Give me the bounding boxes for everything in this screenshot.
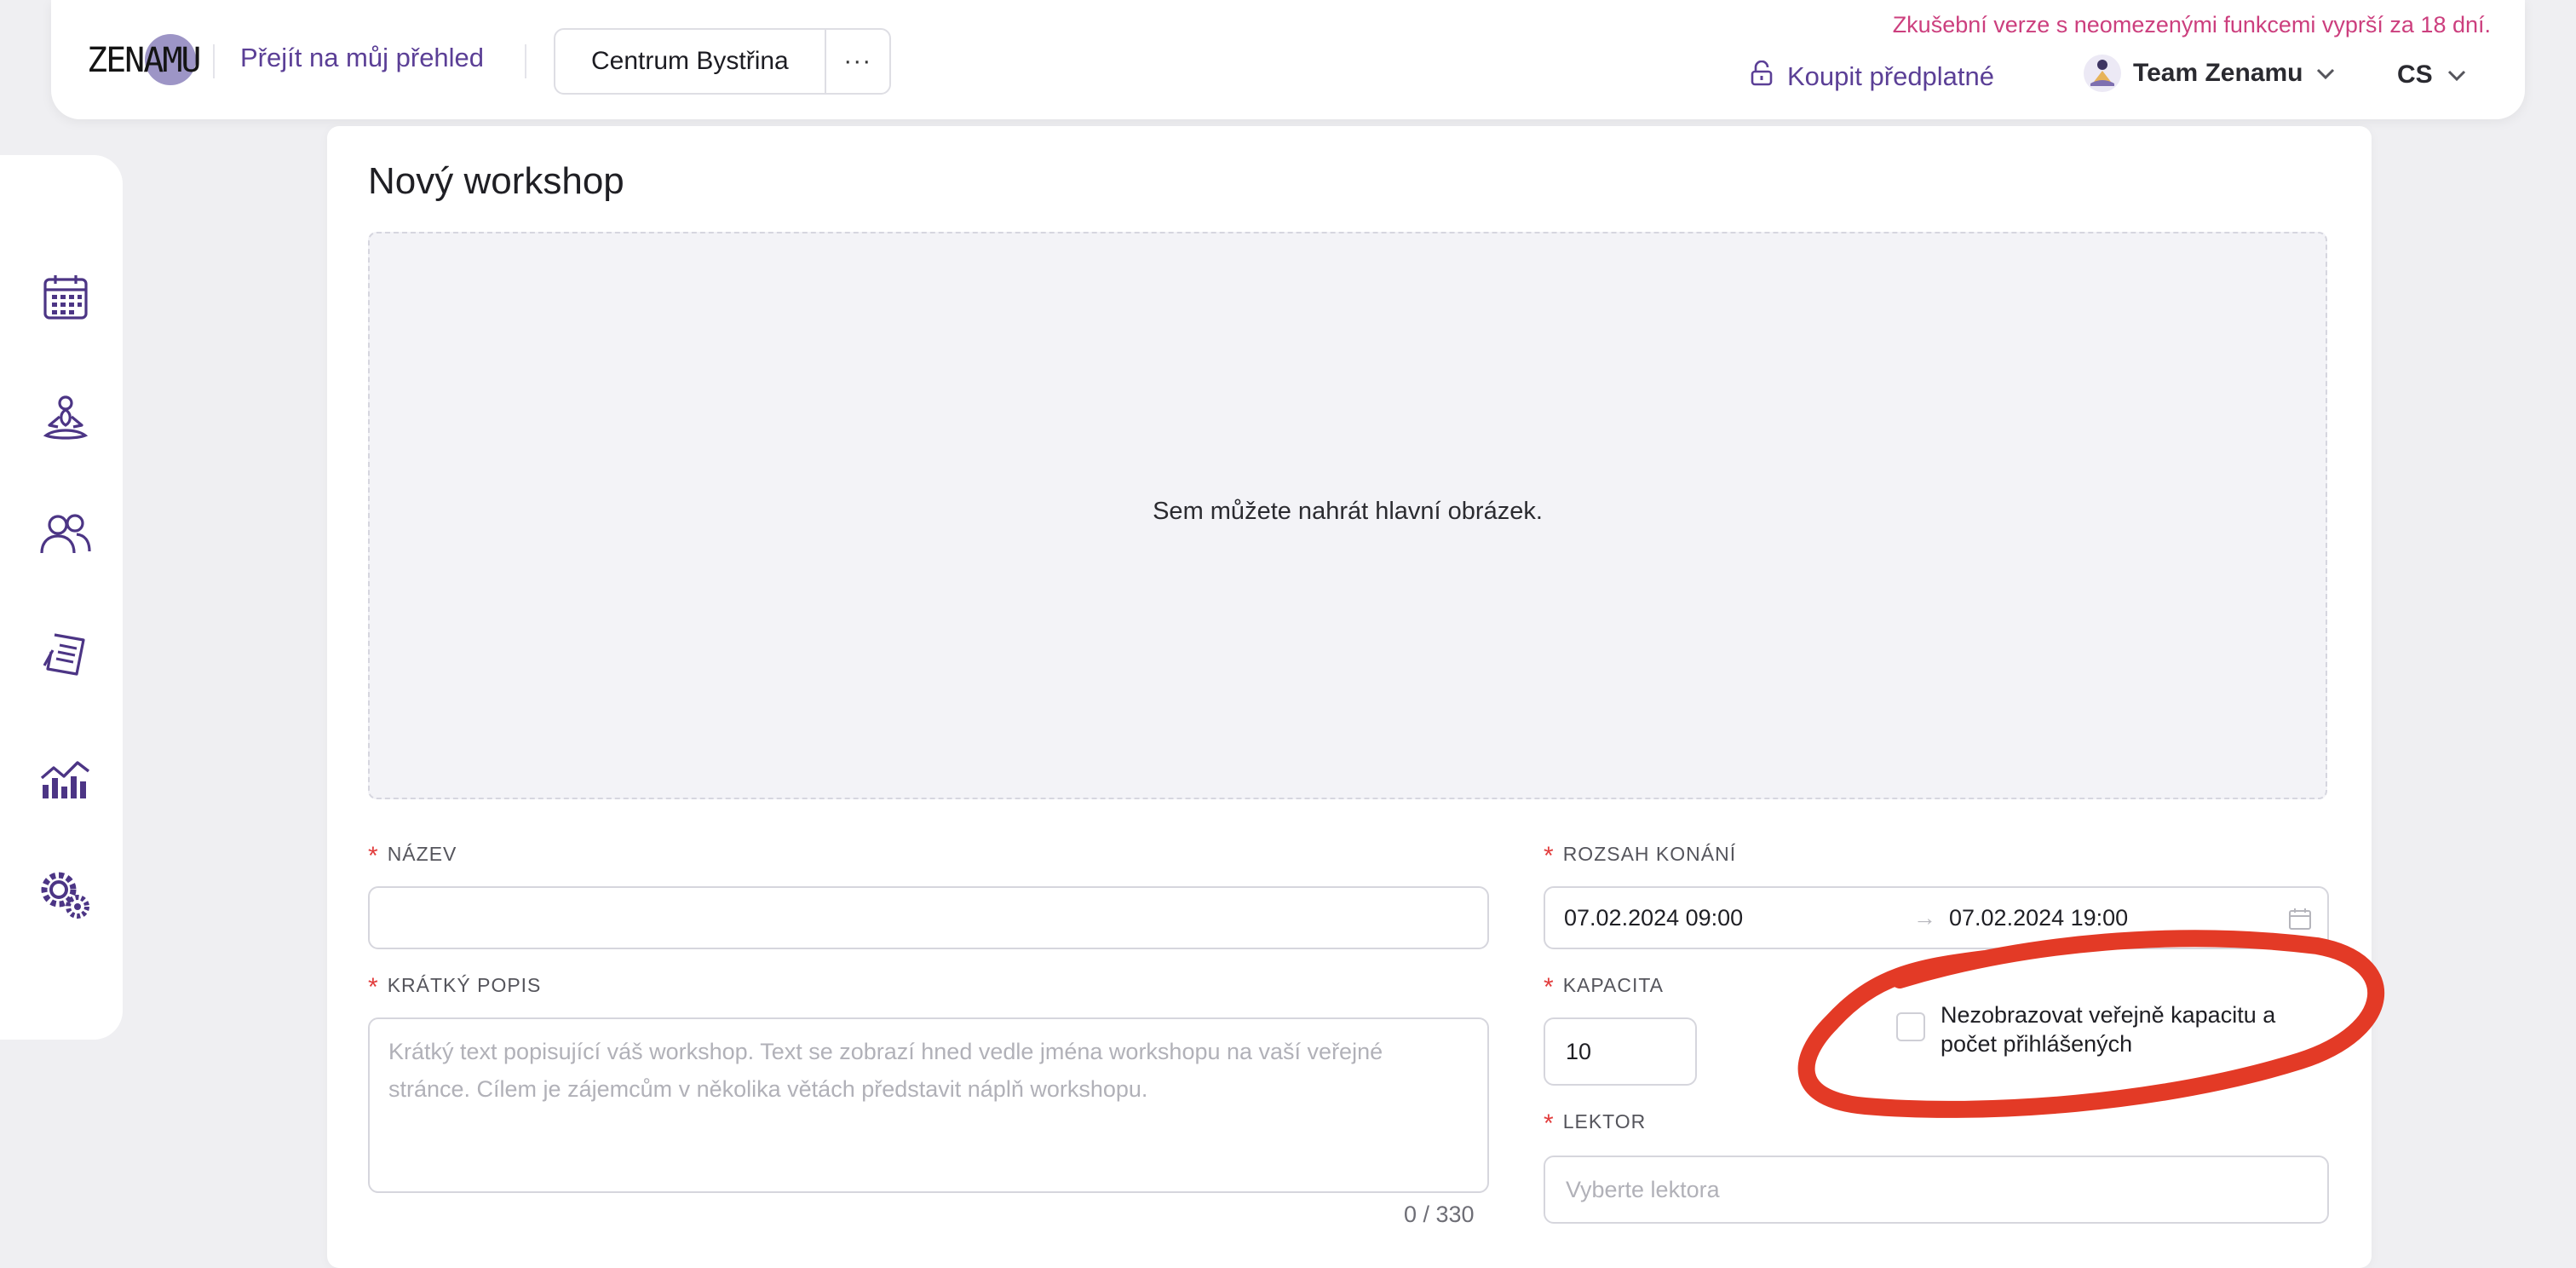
name-label: * NÁZEV [368, 842, 457, 870]
calendar-icon [43, 274, 89, 326]
hide-capacity-label: Nezobrazovat veřejně kapacitu a počet př… [1941, 1002, 2276, 1057]
top-header: ZENAMU Přejít na můj přehled Centrum Bys… [51, 0, 2525, 119]
range-end-input[interactable]: 07.02.2024 19:00 [1949, 905, 2128, 931]
sidebar-item-invoices[interactable] [39, 631, 92, 683]
users-icon [39, 512, 92, 561]
capacity-label: * KAPACITA [1544, 973, 1665, 1001]
logo-text: ZENAMU [87, 41, 201, 80]
date-range-label: * ROZSAH KONÁNÍ [1544, 842, 1737, 870]
sidebar [0, 155, 123, 1040]
sidebar-item-clients[interactable] [39, 510, 92, 562]
date-range-picker[interactable]: 07.02.2024 09:00 → 07.02.2024 19:00 [1544, 886, 2329, 949]
language-menu[interactable]: CS [2397, 61, 2467, 89]
short-description-label: * KRÁTKÝ POPIS [368, 973, 542, 1001]
hide-capacity-checkbox[interactable] [1896, 1012, 1925, 1041]
sidebar-item-lessons[interactable] [39, 394, 92, 447]
arrow-right-icon: → [1913, 905, 1936, 931]
hide-capacity-option[interactable]: Nezobrazovat veřejně kapacitu a počet př… [1896, 1000, 2324, 1058]
lock-icon [1750, 60, 1774, 93]
required-marker: * [1544, 973, 1555, 1001]
buy-subscription-label: Koupit předplatné [1787, 61, 1995, 91]
team-name: Team Zenamu [2133, 59, 2303, 87]
calendar-icon [2288, 907, 2312, 931]
language-code: CS [2397, 61, 2433, 89]
short-description-input[interactable] [368, 1017, 1489, 1193]
team-menu[interactable]: Team Zenamu [2084, 55, 2336, 92]
required-marker: * [1544, 1110, 1555, 1138]
name-input[interactable] [368, 886, 1489, 949]
sidebar-item-calendar[interactable] [39, 273, 92, 326]
character-counter: 0 / 330 [1404, 1202, 1475, 1227]
capacity-input[interactable] [1544, 1017, 1697, 1086]
chevron-down-icon [2447, 61, 2467, 89]
required-marker: * [1544, 842, 1555, 870]
trial-notice: Zkušební verze s neomezenými funkcemi vy… [1892, 12, 2491, 37]
receipt-icon [43, 631, 89, 683]
workshop-form-card: Nový workshop Sem můžete nahrát hlavní o… [327, 126, 2372, 1268]
range-start-input[interactable]: 07.02.2024 09:00 [1564, 905, 1743, 931]
studio-button[interactable]: Centrum Bystřina [555, 30, 825, 93]
settings-icon [38, 869, 93, 926]
studio-more-button[interactable]: ··· [824, 30, 889, 93]
page-title: Nový workshop [368, 160, 624, 202]
header-divider [525, 44, 526, 78]
upload-hint: Sem můžete nahrát hlavní obrázek. [1153, 497, 1543, 525]
chevron-down-icon [2315, 59, 2336, 88]
required-marker: * [368, 973, 379, 1001]
main-image-upload[interactable]: Sem můžete nahrát hlavní obrázek. [368, 232, 2327, 799]
header-divider [213, 44, 215, 78]
team-avatar [2084, 55, 2121, 92]
sidebar-item-settings[interactable] [39, 871, 92, 924]
zenamu-logo[interactable]: ZENAMU [87, 32, 240, 90]
overview-link[interactable]: Přejít na můj přehled [240, 43, 484, 73]
studio-switcher: Centrum Bystřina ··· [554, 28, 891, 95]
lector-label: * LEKTOR [1544, 1110, 1647, 1138]
chart-icon [39, 752, 92, 804]
sidebar-item-statistics[interactable] [39, 752, 92, 804]
lector-select[interactable] [1544, 1156, 2329, 1224]
required-marker: * [368, 842, 379, 870]
buy-subscription-button[interactable]: Koupit předplatné [1750, 60, 1995, 93]
yoga-pose-icon [43, 395, 89, 447]
